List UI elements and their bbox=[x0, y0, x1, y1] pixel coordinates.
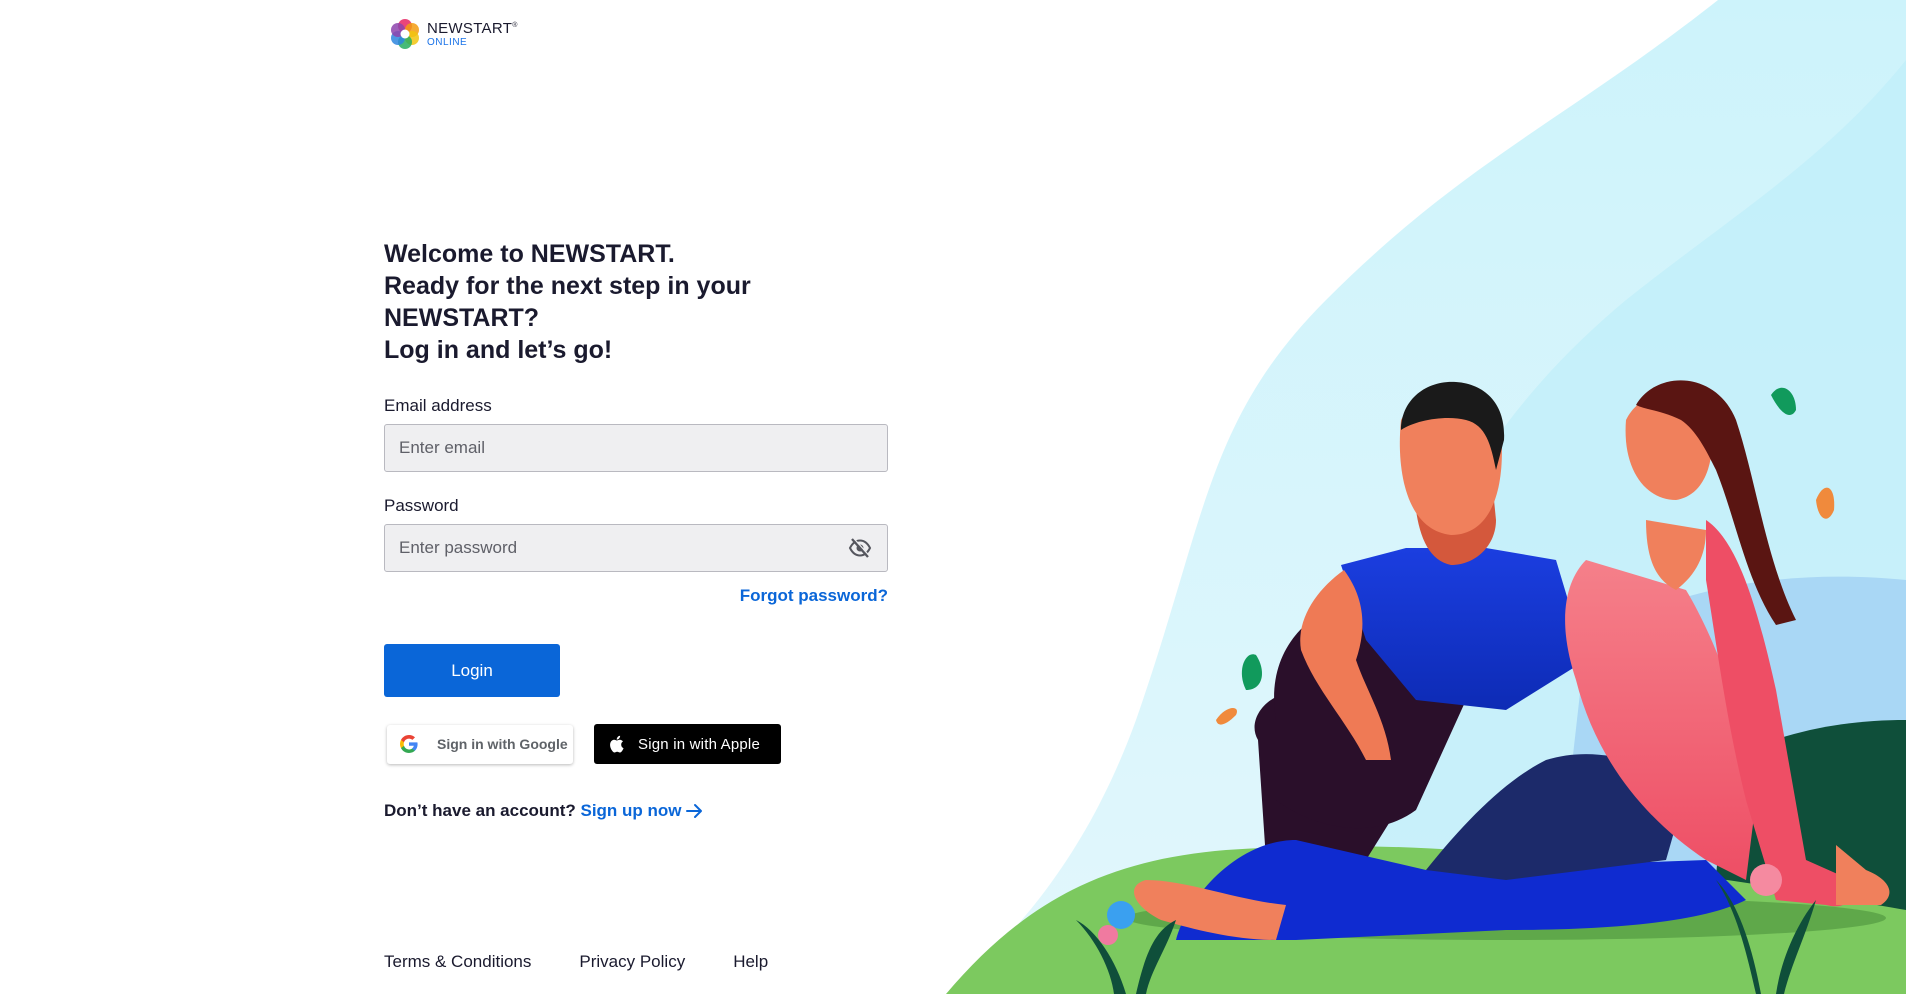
password-label: Password bbox=[384, 496, 459, 515]
headline-line-3: Log in and let’s go! bbox=[384, 336, 613, 364]
login-button[interactable]: Login bbox=[384, 644, 560, 697]
signup-question: Don’t have an account? bbox=[384, 801, 576, 820]
hero-illustration bbox=[946, 0, 1906, 994]
apple-signin-label: Sign in with Apple bbox=[638, 735, 761, 753]
signup-prompt: Don’t have an account? Sign up now bbox=[384, 801, 888, 821]
terms-link[interactable]: Terms & Conditions bbox=[384, 952, 531, 972]
google-signin-button[interactable]: Sign in with Google bbox=[387, 724, 573, 764]
email-field-wrap bbox=[384, 424, 888, 472]
google-icon bbox=[400, 735, 418, 753]
signup-link-label: Sign up now bbox=[580, 801, 682, 820]
social-login-row: Sign in with Google Sign in with Apple bbox=[384, 724, 888, 764]
signup-link[interactable]: Sign up now bbox=[580, 801, 703, 821]
apple-icon bbox=[610, 735, 624, 753]
google-signin-label: Sign in with Google bbox=[437, 736, 568, 752]
email-input[interactable] bbox=[384, 424, 888, 472]
email-label: Email address bbox=[384, 396, 492, 415]
footer-links: Terms & Conditions Privacy Policy Help bbox=[384, 952, 768, 972]
arrow-right-icon bbox=[685, 804, 702, 818]
forgot-password-link[interactable]: Forgot password? bbox=[740, 586, 888, 605]
help-link[interactable]: Help bbox=[733, 952, 768, 972]
password-field-wrap bbox=[384, 524, 888, 572]
newstart-logo-icon bbox=[391, 19, 419, 49]
password-input[interactable] bbox=[384, 524, 888, 572]
headline-line-2: Ready for the next step in your NEWSTART… bbox=[384, 272, 751, 332]
brand-logo[interactable]: NEWSTART® ONLINE bbox=[389, 18, 518, 50]
headline-line-1: Welcome to NEWSTART. bbox=[384, 240, 675, 268]
brand-name: NEWSTART® bbox=[427, 19, 518, 37]
login-form: Welcome to NEWSTART. Ready for the next … bbox=[384, 238, 888, 821]
page-title: Welcome to NEWSTART. Ready for the next … bbox=[384, 238, 888, 366]
privacy-link[interactable]: Privacy Policy bbox=[579, 952, 685, 972]
forgot-row: Forgot password? bbox=[384, 586, 888, 606]
apple-signin-button[interactable]: Sign in with Apple bbox=[594, 724, 781, 764]
brand-subtitle: ONLINE bbox=[427, 36, 468, 48]
eye-off-icon[interactable] bbox=[848, 537, 872, 559]
